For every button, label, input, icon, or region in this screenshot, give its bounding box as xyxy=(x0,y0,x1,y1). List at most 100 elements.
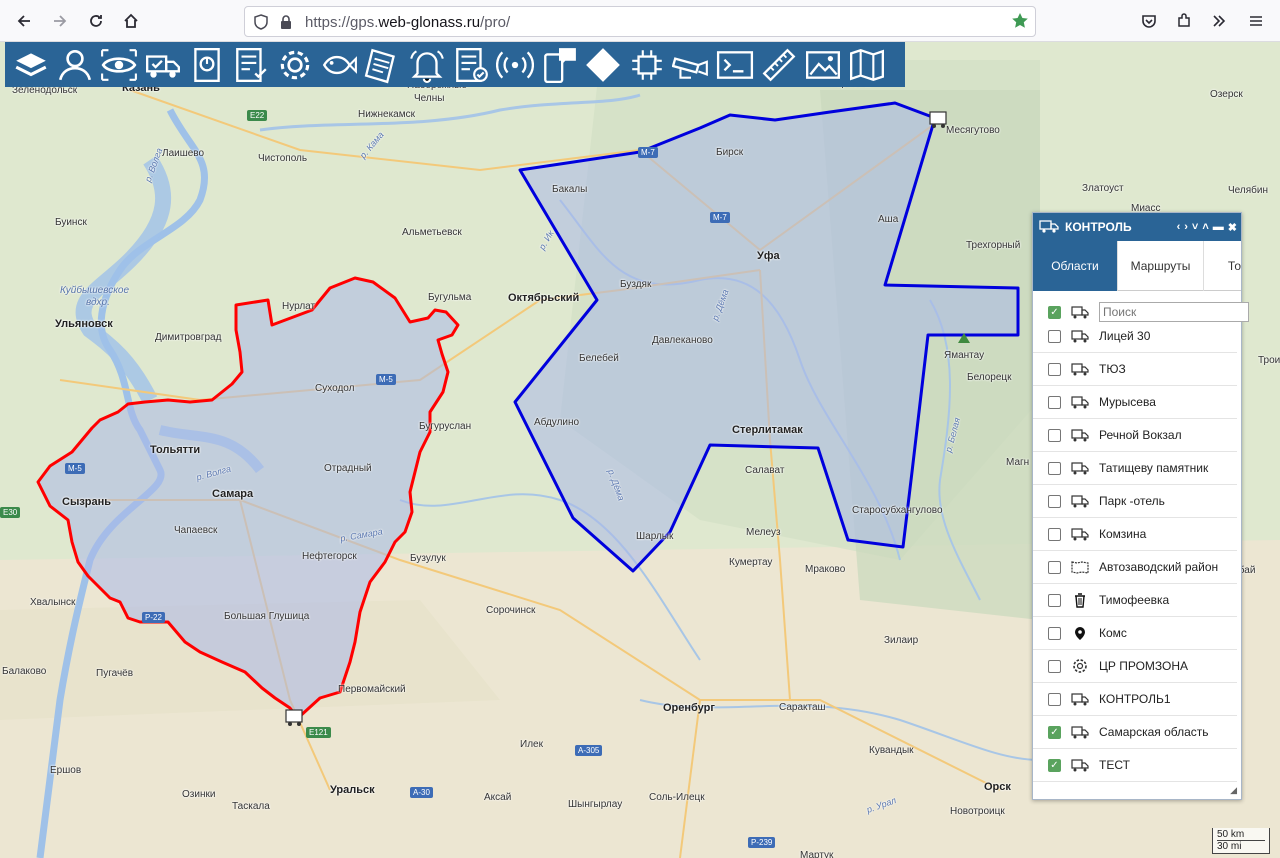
city-label: Новотроицк xyxy=(950,806,1005,817)
item-checkbox[interactable] xyxy=(1048,527,1061,541)
truck-check-icon[interactable] xyxy=(141,43,185,87)
item-checkbox[interactable] xyxy=(1048,659,1061,673)
close-icon[interactable]: ✖ xyxy=(1228,221,1237,234)
list-item[interactable]: ✓ Самарская область xyxy=(1033,716,1237,749)
list-item[interactable]: Речной Вокзал xyxy=(1033,419,1237,452)
chevron-up-icon[interactable]: ˄ xyxy=(1202,221,1208,234)
item-label: ТЕСТ xyxy=(1099,758,1130,772)
ruler-icon[interactable] xyxy=(757,43,801,87)
bell-icon[interactable] xyxy=(405,43,449,87)
list-item[interactable]: Лицей 30 xyxy=(1033,320,1237,353)
notepad-icon[interactable] xyxy=(361,43,405,87)
item-checkbox[interactable] xyxy=(1048,461,1061,475)
truck-icon xyxy=(1069,425,1091,445)
item-checkbox[interactable]: ✓ xyxy=(1048,758,1061,772)
layers-icon[interactable] xyxy=(9,43,53,87)
road-shield: E121 xyxy=(306,727,331,738)
item-label: Татищеву памятник xyxy=(1099,461,1209,475)
phone-chat-icon[interactable] xyxy=(537,43,581,87)
diamond-icon[interactable] xyxy=(581,43,625,87)
city-label: Белебей xyxy=(579,353,619,364)
truck-icon xyxy=(1069,359,1091,379)
city-label: Стерлитамак xyxy=(732,424,803,436)
camera-icon[interactable] xyxy=(669,43,713,87)
list-item[interactable]: Мурысева xyxy=(1033,386,1237,419)
list-item[interactable]: Парк -отель xyxy=(1033,485,1237,518)
user-icon[interactable] xyxy=(53,43,97,87)
more-tools-icon[interactable] xyxy=(1207,9,1231,33)
city-label: Челябин xyxy=(1228,185,1268,196)
forward-icon[interactable] xyxy=(48,9,72,33)
list-item[interactable]: Комзина xyxy=(1033,518,1237,551)
document-check-icon[interactable] xyxy=(449,43,493,87)
browser-chrome: https://gps.web-glonass.ru/pro/ xyxy=(0,0,1280,42)
eye-icon[interactable] xyxy=(97,43,141,87)
back-icon[interactable] xyxy=(12,9,36,33)
road-shield: E30 xyxy=(0,507,21,518)
list-item[interactable]: Автозаводский район xyxy=(1033,551,1237,584)
city-label: Первомайский xyxy=(338,684,406,695)
city-label: Салават xyxy=(745,465,785,476)
city-label: Ершов xyxy=(50,765,82,776)
tab-routes[interactable]: Маршруты xyxy=(1118,241,1204,291)
chip-icon[interactable] xyxy=(625,43,669,87)
list-item[interactable]: ЦР ПРОМЗОНА xyxy=(1033,650,1237,683)
list-item[interactable]: ТЮЗ xyxy=(1033,353,1237,386)
search-input[interactable] xyxy=(1099,302,1249,322)
reload-icon[interactable] xyxy=(84,9,108,33)
chevron-left-icon[interactable]: ‹ xyxy=(1177,221,1181,234)
item-checkbox[interactable] xyxy=(1048,428,1061,442)
map-icon[interactable] xyxy=(845,43,889,87)
item-checkbox[interactable] xyxy=(1048,494,1061,508)
list-item[interactable]: ✓ ТЕСТ xyxy=(1033,749,1237,782)
city-label: Илек xyxy=(520,739,543,750)
truck-icon xyxy=(1069,689,1091,709)
pocket-icon[interactable] xyxy=(1137,9,1161,33)
list-item[interactable]: Татищеву памятник xyxy=(1033,452,1237,485)
list-item[interactable]: КОНТРОЛЬ1 xyxy=(1033,683,1237,716)
panel-header[interactable]: КОНТРОЛЬ ‹ › ˅ ˄ ▬ ✖ xyxy=(1033,213,1241,241)
city-label: Мраково xyxy=(805,564,846,575)
tab-points[interactable]: То xyxy=(1204,241,1241,291)
item-checkbox[interactable] xyxy=(1048,329,1061,343)
minimize-icon[interactable]: ▬ xyxy=(1213,221,1224,234)
image-icon[interactable] xyxy=(801,43,845,87)
fish-icon[interactable] xyxy=(317,43,361,87)
menu-icon[interactable] xyxy=(1244,9,1268,33)
city-label: Озерск xyxy=(1210,89,1243,100)
item-checkbox[interactable]: ✓ xyxy=(1048,725,1061,739)
item-checkbox[interactable] xyxy=(1048,395,1061,409)
address-bar[interactable]: https://gps.web-glonass.ru/pro/ xyxy=(244,6,1036,37)
list-item[interactable]: Комс xyxy=(1033,617,1237,650)
terminal-icon[interactable] xyxy=(713,43,757,87)
document-chart-icon[interactable] xyxy=(185,43,229,87)
city-label: Давлеканово xyxy=(652,335,713,346)
road-shield: E22 xyxy=(247,110,268,121)
tab-areas[interactable]: Области xyxy=(1033,241,1118,291)
item-checkbox[interactable] xyxy=(1048,692,1061,706)
item-checkbox[interactable] xyxy=(1048,593,1061,607)
chevron-down-icon[interactable]: ˅ xyxy=(1192,221,1198,234)
app-toolbar xyxy=(5,42,905,87)
item-checkbox[interactable] xyxy=(1048,626,1061,640)
city-label: Магн xyxy=(1006,457,1030,468)
item-label: Автозаводский район xyxy=(1099,560,1219,574)
bookmark-star-icon[interactable] xyxy=(1011,12,1029,35)
extensions-icon[interactable] xyxy=(1172,9,1196,33)
select-all-checkbox[interactable]: ✓ xyxy=(1048,305,1061,319)
city-label: Златоуст xyxy=(1082,183,1124,194)
resize-handle-icon[interactable]: ◢ xyxy=(1230,785,1237,796)
signal-icon[interactable] xyxy=(493,43,537,87)
city-label: Пугачёв xyxy=(96,668,134,679)
item-label: Комс xyxy=(1099,626,1127,640)
list-item[interactable]: Тимофеевка xyxy=(1033,584,1237,617)
pin-icon xyxy=(1069,623,1091,643)
item-checkbox[interactable] xyxy=(1048,560,1061,574)
city-label: Лаишево xyxy=(162,148,205,159)
city-label: Кувандык xyxy=(869,745,914,756)
chevron-right-icon[interactable]: › xyxy=(1184,221,1188,234)
gear-icon[interactable] xyxy=(273,43,317,87)
home-icon[interactable] xyxy=(119,9,143,33)
item-checkbox[interactable] xyxy=(1048,362,1061,376)
checklist-icon[interactable] xyxy=(229,43,273,87)
